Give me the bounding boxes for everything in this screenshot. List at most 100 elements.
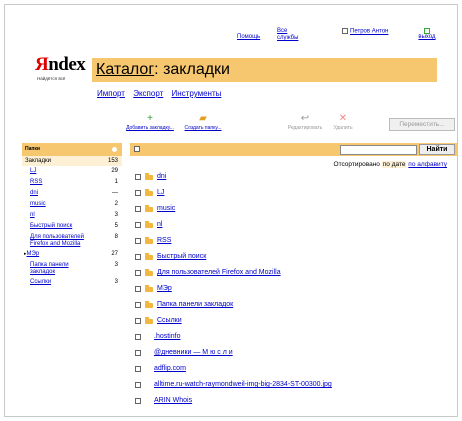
item-checkbox[interactable] [135, 382, 141, 388]
item-link[interactable]: nl [157, 220, 162, 230]
item-checkbox[interactable] [135, 334, 141, 340]
sidebar-item-label: Ссылки [30, 279, 52, 285]
list-item[interactable]: music [135, 204, 455, 220]
item-link[interactable]: adflip.com [154, 364, 186, 374]
item-checkbox[interactable] [135, 238, 141, 244]
item-checkbox[interactable] [135, 350, 141, 356]
move-button[interactable]: Переместить... [389, 118, 455, 131]
sidebar-item-label: RSS [30, 179, 43, 185]
item-link[interactable]: dni [157, 172, 166, 182]
list-item[interactable]: nl [135, 220, 455, 236]
item-link[interactable]: МЭр [157, 284, 172, 294]
bookmark-list: dni LJ music nl RSS Быстрый поиск Для по… [135, 172, 455, 412]
sort-alphabetical-link[interactable]: по алфавиту [408, 161, 447, 168]
tools-link[interactable]: Инструменты [172, 89, 222, 98]
search-input[interactable] [340, 145, 417, 155]
create-folder-label: Создать папку... [184, 125, 222, 131]
list-header: Найти [130, 143, 457, 156]
sidebar-item-label: МЭр [26, 251, 40, 257]
exit-link[interactable]: выход [418, 34, 435, 40]
item-link[interactable]: Для пользователей Firefox and Mozilla [157, 268, 281, 278]
sidebar-item-label: nl [30, 212, 35, 218]
sidebar-item-mer[interactable]: ▸МЭр 27 [22, 249, 122, 260]
user-icon [342, 28, 348, 34]
item-link[interactable]: Папка панели закладок [157, 300, 233, 310]
list-item[interactable]: alltime.ru-watch-raymondweil-img-big-283… [135, 380, 455, 396]
select-all-checkbox[interactable] [134, 146, 140, 152]
sidebar-item-label: Быстрый поиск [30, 223, 73, 229]
sidebar-item-rss[interactable]: RSS 1 [22, 177, 122, 188]
folder-icon [145, 205, 153, 212]
edit-label: Редактировать [287, 125, 323, 131]
delete-button[interactable]: ✕ Удалить [328, 112, 358, 131]
list-item[interactable]: RSS [135, 236, 455, 252]
item-checkbox[interactable] [135, 190, 141, 196]
sidebar-item-quick-search[interactable]: Быстрый поиск 5 [22, 221, 122, 232]
exit-button[interactable]: выход [412, 28, 442, 41]
user-account[interactable]: Петров Антон [342, 28, 388, 36]
list-item[interactable]: МЭр [135, 284, 455, 300]
logo-letters: ndex [48, 54, 86, 75]
edit-button[interactable]: ↩ Редактировать [285, 112, 325, 131]
item-link[interactable]: RSS [157, 236, 171, 246]
catalog-link[interactable]: Каталог [96, 61, 154, 78]
sidebar-item-links[interactable]: Ссылки 3 [22, 277, 122, 288]
find-button[interactable]: Найти [419, 144, 455, 155]
list-item[interactable]: ARIN Whois [135, 396, 455, 412]
item-checkbox[interactable] [135, 270, 141, 276]
item-link[interactable]: ARIN Whois [154, 396, 192, 406]
item-checkbox[interactable] [135, 398, 141, 404]
item-checkbox[interactable] [135, 222, 141, 228]
sidebar-item-toolbar-folder[interactable]: Папка панели закладок 3 [22, 260, 122, 277]
sidebar-item-lj[interactable]: LJ 29 [22, 166, 122, 177]
list-item[interactable]: adflip.com [135, 364, 455, 380]
sidebar-item-bookmarks[interactable]: Закладки 153 [22, 156, 122, 166]
item-checkbox[interactable] [135, 302, 141, 308]
item-checkbox[interactable] [135, 254, 141, 260]
item-checkbox[interactable] [135, 174, 141, 180]
item-link[interactable]: .hostinfo [154, 332, 180, 342]
sidebar-item-music[interactable]: music 2 [22, 199, 122, 210]
item-checkbox[interactable] [135, 318, 141, 324]
list-item[interactable]: @дневники — М ю с л и [135, 348, 455, 364]
list-item[interactable]: LJ [135, 188, 455, 204]
list-item[interactable]: Ссылки [135, 316, 455, 332]
item-checkbox[interactable] [135, 286, 141, 292]
sidebar-item-count: 3 [114, 262, 118, 268]
list-item[interactable]: Быстрый поиск [135, 252, 455, 268]
list-item[interactable]: .hostinfo [135, 332, 455, 348]
sidebar-item-count: 29 [111, 168, 118, 174]
item-link[interactable]: LJ [157, 188, 164, 198]
item-link[interactable]: @дневники — М ю с л и [154, 348, 233, 358]
export-link[interactable]: Экспорт [133, 89, 163, 98]
item-link[interactable]: Быстрый поиск [157, 252, 206, 262]
item-link[interactable]: Ссылки [157, 316, 182, 326]
yandex-logo[interactable]: Яndex Найдётся всё [35, 54, 86, 84]
sidebar-item-firefox-mozilla[interactable]: Для пользователей Firefox and Mozilla 8 [22, 232, 122, 249]
sidebar-item-label: Для пользователей Firefox and Mozilla [30, 234, 84, 247]
list-item[interactable]: Папка панели закладок [135, 300, 455, 316]
list-item[interactable]: dni [135, 172, 455, 188]
user-name-link[interactable]: Петров Антон [350, 29, 388, 35]
item-checkbox[interactable] [135, 206, 141, 212]
add-bookmark-button[interactable]: + Добавить закладку... [120, 112, 180, 131]
import-link[interactable]: Импорт [97, 89, 125, 98]
header-links: Помощь Все службы Петров Антон выход [237, 28, 447, 46]
page-title: Каталог: закладки [92, 58, 437, 82]
folder-icon [145, 237, 153, 244]
sidebar-collapse-icon[interactable] [112, 147, 117, 152]
add-bookmark-label: Добавить закладку... [126, 125, 174, 131]
item-checkbox[interactable] [135, 366, 141, 372]
create-folder-button[interactable]: ▰ Создать папку... [178, 112, 228, 131]
list-item[interactable]: Для пользователей Firefox and Mozilla [135, 268, 455, 284]
all-services-link[interactable]: Все службы [277, 28, 307, 42]
toolbar: + Добавить закладку... ▰ Создать папку..… [120, 112, 460, 138]
item-link[interactable]: music [157, 204, 175, 214]
folder-icon [145, 301, 153, 308]
sidebar-item-count: 3 [114, 212, 118, 218]
sort-by-date[interactable]: по дате [381, 161, 407, 168]
sidebar-item-dni[interactable]: dni — [22, 188, 122, 199]
help-link[interactable]: Помощь [237, 34, 260, 40]
sidebar-item-nl[interactable]: nl 3 [22, 210, 122, 221]
item-link[interactable]: alltime.ru-watch-raymondweil-img-big-283… [154, 380, 332, 390]
